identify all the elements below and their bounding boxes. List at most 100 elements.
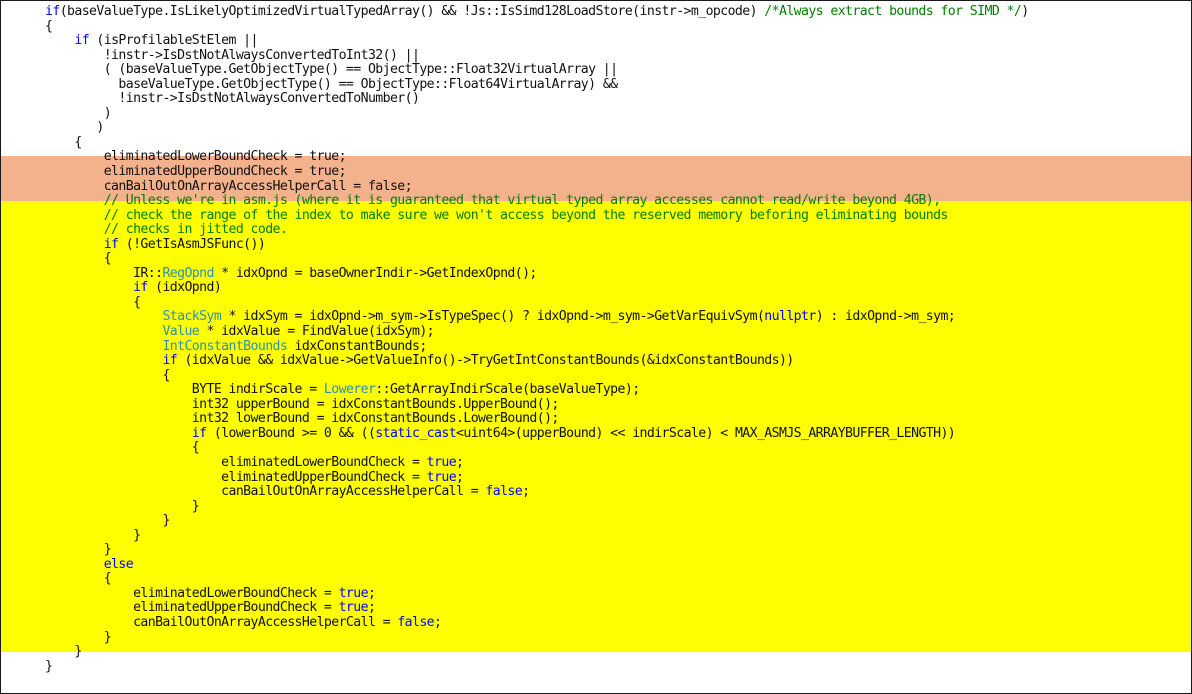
code-line: if (lowerBound >= 0 && ((static_cast<uin… (45, 425, 1029, 442)
code-token: if (133, 280, 148, 296)
code-line: if (idxOpnd) (45, 281, 1029, 296)
code-token: RegOpnd (162, 265, 214, 281)
code-line: canBailOutOnArrayAccessHelperCall = fals… (45, 615, 1029, 631)
code-token: static_cast (375, 425, 457, 441)
code-token: } (45, 658, 53, 674)
code-token: * idxSym = idxOpnd->m_sym->IsTypeSpec() … (221, 309, 765, 325)
code-token: if (45, 4, 60, 19)
code-token: <uint64>(upperBound) << indirScale) < MA… (456, 425, 956, 441)
code-token: { (162, 367, 170, 383)
code-token: StackSym (162, 309, 222, 325)
code-line: { (45, 295, 1029, 311)
code-line: { (45, 252, 1029, 267)
code-token: !instr->IsDstNotAlwaysConvertedToNumber(… (118, 91, 420, 107)
code-line: eliminatedLowerBoundCheck = true; (45, 585, 1029, 602)
code-token: (idxOpnd) (147, 280, 222, 296)
code-line: IntConstantBounds idxConstantBounds; (45, 339, 1029, 355)
code-line: BYTE indirScale = Lowerer::GetArrayIndir… (45, 382, 1029, 398)
code-token: /*Always extract bounds for SIMD */ (764, 4, 1022, 19)
code-token: ::GetArrayIndirScale(baseValueType); (375, 382, 640, 398)
code-line: StackSym * idxSym = idxOpnd->m_sym->IsTy… (45, 310, 1029, 325)
code-token: { (191, 440, 200, 456)
code-line: if (isProfilableStElem || (45, 33, 1029, 49)
code-token: ( (baseValueType.GetObjectType() == Obje… (103, 62, 618, 78)
code-line: eliminatedLowerBoundCheck = true; (45, 454, 1029, 471)
code-token: if (191, 425, 207, 441)
code-token: eliminatedUpperBoundCheck = (133, 600, 339, 616)
code-token: eliminatedLowerBoundCheck = true; (103, 149, 347, 165)
code-token: ) (103, 105, 112, 121)
code-token: eliminatedUpperBoundCheck = true; (103, 164, 347, 180)
code-line: else (45, 556, 1029, 573)
code-line: { (45, 135, 1029, 151)
code-token: canBailOutOnArrayAccessHelperCall = fals… (103, 178, 413, 194)
code-line: !instr->IsDstNotAlwaysConvertedToNumber(… (45, 92, 1029, 107)
code-line: int32 upperBound = idxConstantBounds.Upp… (45, 397, 1029, 413)
code-token: ; (522, 484, 530, 500)
code-line: ) (45, 121, 1029, 136)
code-line: } (45, 630, 1029, 646)
code-token: (idxValue && idxValue->GetValueInfo()->T… (177, 353, 794, 369)
code-token: eliminatedLowerBoundCheck = (221, 454, 427, 470)
code-token: // Unless we're in asm.js (where it is g… (103, 193, 941, 209)
code-line: eliminatedUpperBoundCheck = true; (45, 470, 1029, 486)
code-line: } (45, 513, 1029, 529)
code-line: baseValueType.GetObjectType() == ObjectT… (45, 77, 1029, 93)
code-token: else (103, 556, 134, 572)
code-token: { (103, 251, 112, 267)
code-token: eliminatedLowerBoundCheck = (133, 585, 339, 601)
code-token: canBailOutOnArrayAccessHelperCall = (221, 484, 486, 500)
code-line: if (!GetIsAsmJSFunc()) (45, 237, 1029, 253)
code-token: // checks in jitted code. (103, 222, 288, 238)
code-token: ) : idxOpnd->m_sym; (815, 309, 956, 325)
code-token: ; (367, 600, 376, 616)
code-line: IR::RegOpnd * idxOpnd = baseOwnerIndir->… (45, 265, 1029, 282)
code-line: if(baseValueType.IsLikelyOptimizedVirtua… (45, 4, 1029, 20)
code-line: Value * idxValue = FindValue(idxSym); (45, 324, 1029, 340)
code-line: } (45, 644, 1029, 660)
code-token: // check the range of the index to make … (103, 207, 949, 223)
code-token: int32 lowerBound = idxConstantBounds.Low… (191, 411, 560, 427)
code-token: } (133, 527, 141, 543)
code-line: eliminatedLowerBoundCheck = true; (45, 150, 1029, 165)
code-view: if(baseValueType.IsLikelyOptimizedVirtua… (0, 0, 1192, 694)
code-line: if (idxValue && idxValue->GetValueInfo()… (45, 353, 1029, 369)
code-line: ( (baseValueType.GetObjectType() == Obje… (45, 62, 1029, 78)
code-line: eliminatedUpperBoundCheck = true; (45, 164, 1029, 180)
code-token: ) (96, 120, 104, 136)
code-line: canBailOutOnArrayAccessHelperCall = fals… (45, 484, 1029, 500)
code-token: true (338, 600, 369, 616)
code-token: true (426, 454, 457, 470)
code-line: { (45, 367, 1029, 384)
code-token: (baseValueType.IsLikelyOptimizedVirtualT… (59, 4, 765, 19)
code-line: // Unless we're in asm.js (where it is g… (45, 193, 1029, 209)
code-token: ; (456, 454, 464, 470)
code-token: false (485, 484, 523, 500)
code-line: ) (45, 105, 1029, 122)
